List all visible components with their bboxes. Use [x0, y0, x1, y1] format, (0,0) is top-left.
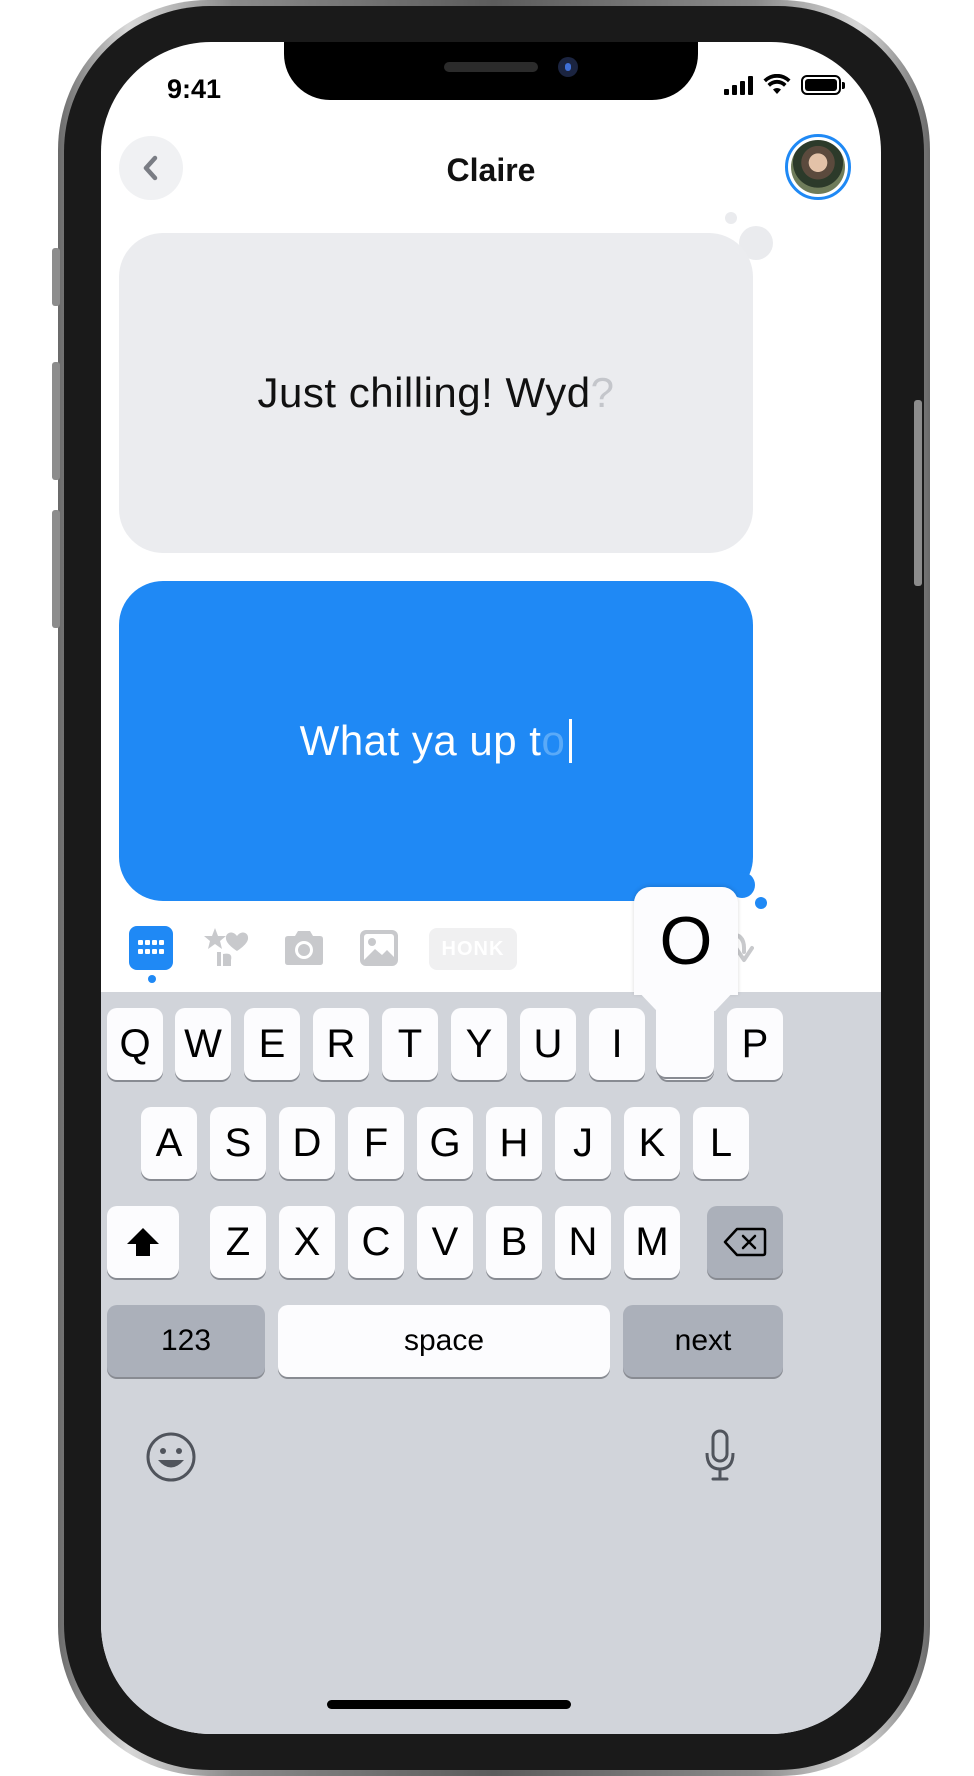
- received-message-text: Just chilling! Wyd?: [257, 369, 615, 416]
- wifi-icon: [763, 74, 791, 94]
- key-w[interactable]: W: [175, 1008, 231, 1080]
- key-g[interactable]: G: [417, 1107, 473, 1179]
- key-t[interactable]: T: [382, 1008, 438, 1080]
- delete-key[interactable]: [707, 1206, 783, 1278]
- front-camera: [558, 57, 578, 77]
- key-l[interactable]: L: [693, 1107, 749, 1179]
- compose-message-text: What ya up to: [300, 717, 573, 765]
- volume-up-button: [52, 362, 60, 480]
- key-s[interactable]: S: [210, 1107, 266, 1179]
- emoji-icon[interactable]: [145, 1431, 197, 1483]
- status-time: 9:41: [167, 74, 222, 104]
- status-icons: [724, 74, 845, 96]
- key-v[interactable]: V: [417, 1206, 473, 1278]
- popup-character: O: [634, 887, 738, 995]
- keyboard: Q W E R T Y U I O P A S D F G H J K L Z …: [101, 992, 881, 1734]
- battery-icon: [801, 75, 845, 95]
- key-x[interactable]: X: [279, 1206, 335, 1278]
- key-h[interactable]: H: [486, 1107, 542, 1179]
- space-key[interactable]: space: [278, 1305, 610, 1377]
- notch: [284, 42, 698, 100]
- conversation-title: Claire: [446, 152, 536, 188]
- mute-switch: [52, 248, 60, 306]
- key-d[interactable]: D: [279, 1107, 335, 1179]
- key-n[interactable]: N: [555, 1206, 611, 1278]
- numbers-key[interactable]: 123: [107, 1305, 265, 1377]
- photos-button[interactable]: [357, 926, 401, 970]
- key-j[interactable]: J: [555, 1107, 611, 1179]
- phone-screen: 9:41 Claire Just chilling! Wyd? What ya …: [101, 42, 881, 1734]
- key-c[interactable]: C: [348, 1206, 404, 1278]
- key-m[interactable]: M: [624, 1206, 680, 1278]
- key-z[interactable]: Z: [210, 1206, 266, 1278]
- next-key[interactable]: next: [623, 1305, 783, 1377]
- stickers-icon: [204, 928, 249, 966]
- key-k[interactable]: K: [624, 1107, 680, 1179]
- camera-button[interactable]: [281, 926, 327, 970]
- key-e[interactable]: E: [244, 1008, 300, 1080]
- text-cursor: [569, 719, 573, 763]
- shift-key[interactable]: [107, 1206, 179, 1278]
- bubble-trail-dot: [755, 897, 767, 909]
- avatar-photo: [791, 140, 845, 194]
- power-button: [914, 400, 922, 586]
- microphone-icon[interactable]: [703, 1429, 737, 1483]
- cellular-signal-icon: [724, 75, 753, 95]
- key-q[interactable]: Q: [107, 1008, 163, 1080]
- key-u[interactable]: U: [520, 1008, 576, 1080]
- honk-button[interactable]: HONK: [429, 928, 517, 970]
- key-b[interactable]: B: [486, 1206, 542, 1278]
- camera-icon: [285, 931, 323, 965]
- backspace-icon: [723, 1227, 767, 1257]
- bubble-trail-dot: [725, 212, 737, 224]
- key-a[interactable]: A: [141, 1107, 197, 1179]
- key-y[interactable]: Y: [451, 1008, 507, 1080]
- key-f[interactable]: F: [348, 1107, 404, 1179]
- keyboard-toggle-button[interactable]: [129, 926, 173, 970]
- earpiece-speaker: [444, 62, 538, 72]
- received-message-bubble: Just chilling! Wyd?: [119, 233, 753, 553]
- shift-icon: [127, 1228, 159, 1256]
- compose-message-bubble[interactable]: What ya up to: [119, 581, 753, 901]
- stickers-button[interactable]: [203, 926, 253, 970]
- volume-down-button: [52, 510, 60, 628]
- keyboard-icon: [138, 940, 164, 954]
- active-tab-indicator: [148, 975, 156, 983]
- photo-gallery-icon: [360, 930, 398, 966]
- key-press-popup: O: [634, 887, 738, 1101]
- key-r[interactable]: R: [313, 1008, 369, 1080]
- contact-avatar[interactable]: [785, 134, 851, 200]
- home-indicator[interactable]: [327, 1700, 571, 1709]
- popup-stem: [656, 993, 714, 1077]
